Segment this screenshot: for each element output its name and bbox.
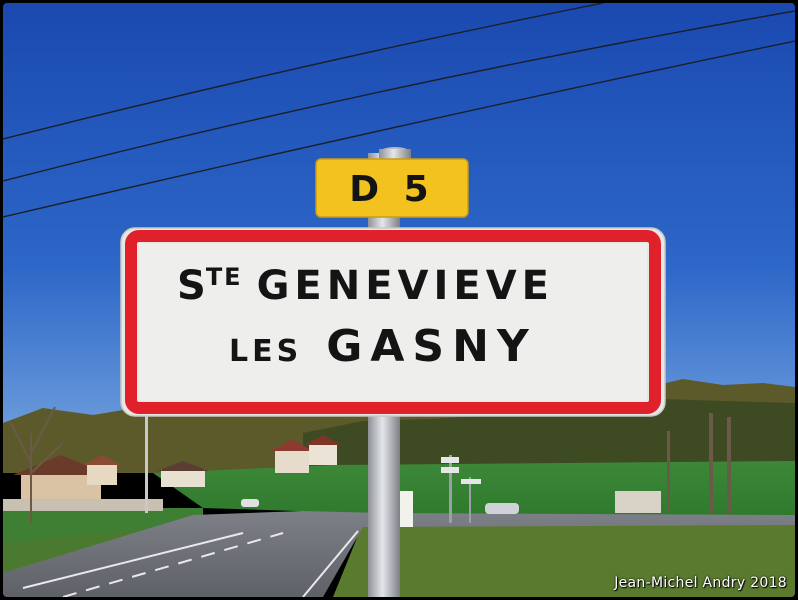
- sign-prefix-superscript: TE: [206, 263, 243, 291]
- sign-line2-large: GASNY: [326, 321, 537, 372]
- sign-line2-small: LES: [229, 334, 302, 369]
- photo-scene: D 5 STE GENEVIEVE LES GASNY: [3, 3, 795, 597]
- road-number: D 5: [349, 169, 434, 210]
- photo-credit: Jean-Michel Andry 2018: [614, 575, 787, 591]
- sign-prefix: S: [177, 263, 206, 309]
- town-entry-sign: STE GENEVIEVE LES GASNY: [120, 227, 666, 417]
- photo-frame: D 5 STE GENEVIEVE LES GASNY Jean-Michel An…: [3, 3, 795, 597]
- sign-line1-rest: GENEVIEVE: [257, 263, 554, 309]
- road-number-plate: D 5: [315, 158, 469, 218]
